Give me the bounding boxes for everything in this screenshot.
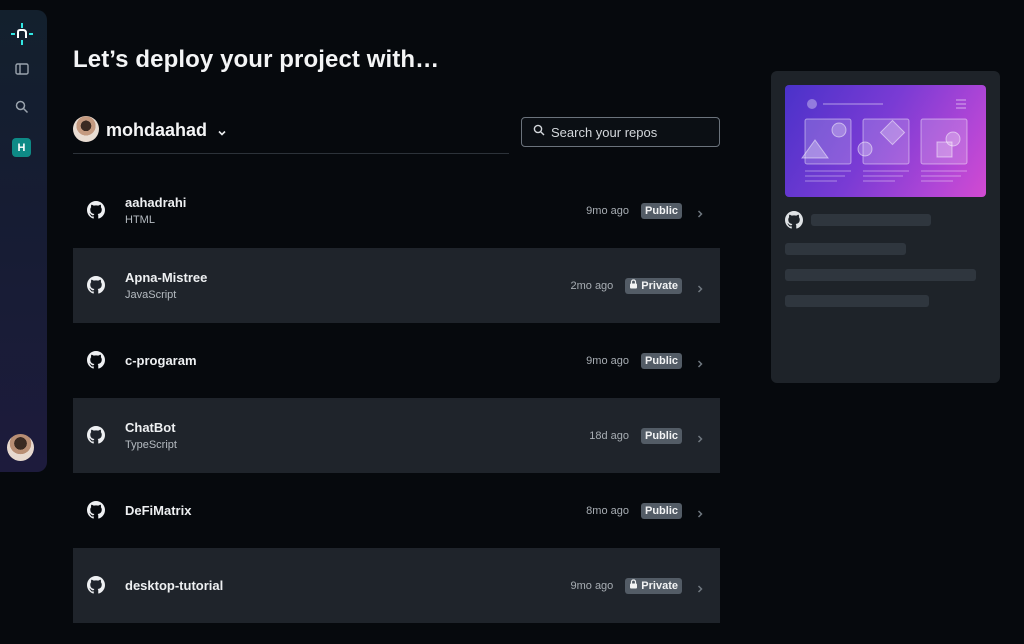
search-icon bbox=[533, 123, 545, 141]
visibility-label: Public bbox=[644, 429, 678, 442]
account-name: mohdaahad bbox=[106, 120, 208, 140]
repo-meta: 9mo ago Public bbox=[586, 323, 705, 398]
repo-meta: 8mo ago Public bbox=[586, 473, 705, 548]
repo-updated-time: 2mo ago bbox=[570, 279, 614, 292]
visibility-badge: Public bbox=[640, 352, 682, 369]
chevron-right-icon bbox=[695, 281, 705, 293]
visibility-label: Public bbox=[644, 504, 678, 517]
skeleton-line bbox=[785, 295, 929, 307]
repo-meta: 9mo ago Public bbox=[586, 173, 705, 248]
visibility-badge: Private bbox=[625, 577, 682, 594]
chevron-right-icon bbox=[695, 206, 705, 218]
repo-meta: 18d ago Public bbox=[589, 398, 705, 473]
visibility-badge: Public bbox=[640, 502, 682, 519]
github-icon bbox=[785, 211, 803, 234]
visibility-label: Private bbox=[641, 579, 678, 592]
repo-row[interactable]: c-progaram 9mo ago Public bbox=[73, 323, 720, 398]
search-icon[interactable] bbox=[10, 95, 34, 119]
visibility-label: Private bbox=[641, 279, 678, 292]
repo-row[interactable]: ChatBot TypeScript 18d ago Public bbox=[73, 398, 720, 473]
repo-updated-time: 9mo ago bbox=[570, 579, 614, 592]
repo-preview-card bbox=[771, 71, 1000, 383]
repo-list: aahadrahi HTML 9mo ago Public Apna-Mistr… bbox=[73, 173, 720, 623]
search-input[interactable] bbox=[551, 124, 711, 140]
page-title: Let’s deploy your project with… bbox=[73, 46, 440, 73]
github-icon bbox=[87, 276, 105, 294]
visibility-badge: Private bbox=[625, 277, 682, 294]
repo-row[interactable]: desktop-tutorial 9mo ago Private bbox=[73, 548, 720, 623]
repo-text: c-progaram bbox=[125, 353, 197, 368]
visibility-label: Public bbox=[644, 354, 678, 367]
chevron-right-icon bbox=[695, 431, 705, 443]
repo-name: DeFiMatrix bbox=[125, 503, 192, 518]
user-avatar[interactable] bbox=[7, 434, 34, 461]
skeleton-line bbox=[811, 214, 931, 226]
sidebar-toggle-icon[interactable] bbox=[10, 57, 34, 81]
repo-text: desktop-tutorial bbox=[125, 578, 223, 593]
chevron-right-icon bbox=[695, 581, 705, 593]
sidebar: H bbox=[0, 10, 47, 472]
repo-updated-time: 8mo ago bbox=[586, 504, 629, 517]
netlify-logo-icon[interactable] bbox=[10, 22, 34, 46]
repo-language: JavaScript bbox=[125, 289, 177, 301]
repo-meta: 9mo ago Private bbox=[570, 548, 705, 623]
repo-updated-time: 9mo ago bbox=[586, 354, 629, 367]
repo-name: ChatBot bbox=[125, 420, 176, 435]
search-repos-field[interactable] bbox=[521, 117, 720, 147]
repo-text: Apna-Mistree JavaScript bbox=[125, 270, 207, 301]
lock-icon bbox=[629, 579, 638, 592]
repo-text: ChatBot TypeScript bbox=[125, 420, 177, 451]
repo-name: Apna-Mistree bbox=[125, 270, 208, 285]
chevron-right-icon bbox=[695, 506, 705, 518]
preview-illustration bbox=[785, 85, 986, 197]
repo-updated-time: 9mo ago bbox=[586, 204, 629, 217]
repo-meta: 2mo ago Private bbox=[570, 248, 705, 323]
repo-row[interactable]: aahadrahi HTML 9mo ago Public bbox=[73, 173, 720, 248]
repo-language: HTML bbox=[125, 214, 155, 226]
visibility-badge: Public bbox=[640, 202, 682, 219]
repo-name: c-progaram bbox=[125, 353, 197, 368]
repo-row[interactable]: Apna-Mistree JavaScript 2mo ago Private bbox=[73, 248, 720, 323]
account-selector[interactable]: mohdaahad bbox=[73, 116, 509, 154]
github-icon bbox=[87, 201, 105, 219]
chevron-right-icon bbox=[695, 356, 705, 368]
lock-icon bbox=[629, 279, 638, 292]
visibility-label: Public bbox=[644, 204, 678, 217]
skeleton-line bbox=[785, 243, 906, 255]
repo-name: aahadrahi bbox=[125, 195, 187, 210]
github-icon bbox=[87, 576, 105, 594]
skeleton-line bbox=[785, 269, 976, 281]
repo-language: TypeScript bbox=[125, 439, 177, 451]
repo-text: DeFiMatrix bbox=[125, 503, 191, 518]
repo-row[interactable]: DeFiMatrix 8mo ago Public bbox=[73, 473, 720, 548]
github-icon bbox=[87, 426, 105, 444]
github-icon bbox=[87, 351, 105, 369]
repo-text: aahadrahi HTML bbox=[125, 195, 186, 226]
chevron-down-icon[interactable] bbox=[217, 125, 227, 143]
team-switcher-button[interactable]: H bbox=[12, 138, 31, 157]
account-avatar bbox=[73, 116, 99, 142]
github-icon bbox=[87, 501, 105, 519]
repo-updated-time: 18d ago bbox=[589, 429, 629, 442]
visibility-badge: Public bbox=[640, 427, 682, 444]
repo-name: desktop-tutorial bbox=[125, 578, 224, 593]
